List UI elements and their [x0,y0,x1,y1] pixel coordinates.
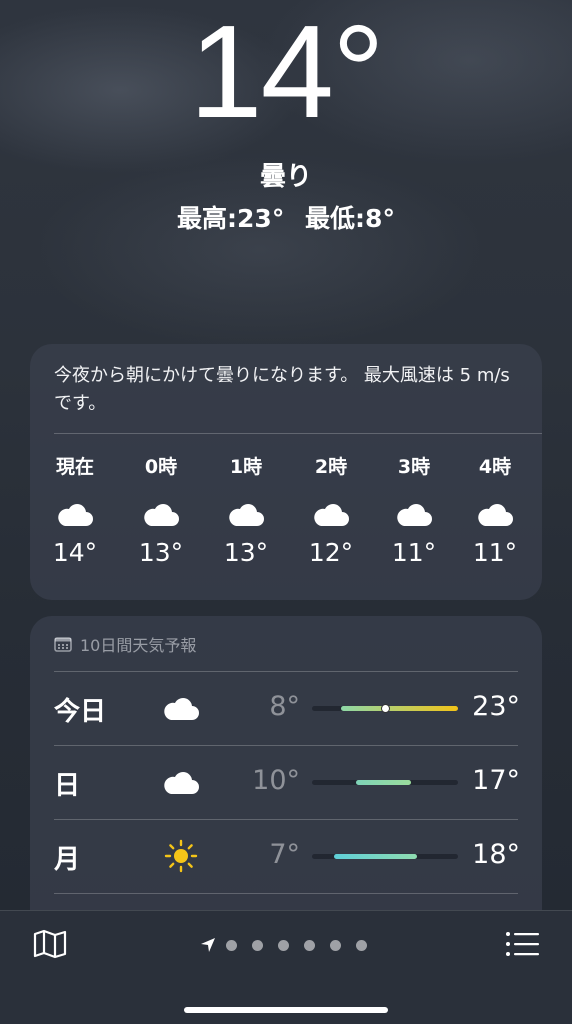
cloud-icon [460,492,530,536]
page-dot[interactable] [226,939,237,951]
high-temperature: 最高:23° [177,204,285,233]
home-indicator[interactable] [184,1007,388,1013]
hour-label: 現在 [55,456,94,478]
current-temperature: 14° [189,0,385,145]
hour-item: 0時 13° [126,452,196,570]
list-icon[interactable] [505,931,539,957]
page-indicator[interactable] [200,935,382,955]
temperature-range-bar [312,780,458,785]
hourly-summary: 今夜から朝にかけて曇りになります。 最大風速は 5 m/s です。 [54,365,510,414]
hour-label: 2時 [314,456,348,478]
forecast-header: 10日間天気予報 [54,632,196,656]
forecast-row[interactable]: 月 7° 18° [30,819,542,893]
temperature-range-fill [355,780,412,785]
hour-temperature: 12° [308,538,354,567]
hour-item: 現在 14° [40,452,110,570]
forecast-low: 10° [252,765,300,796]
hour-item: 1時 13° [211,452,281,570]
page-dot[interactable] [278,939,289,951]
cloud-icon [158,763,204,801]
hourly-list[interactable]: 現在 14° 0時 13° 1時 13° 2時 12° 3時 11° 4時 11… [30,452,542,582]
current-temperature-marker [380,704,390,713]
forecast-day: 今日 [54,697,107,727]
cloud-icon [40,492,110,536]
ten-day-forecast-card[interactable]: 10日間天気予報 今日 8° 23° 日 10° 17° 月 7° 18° [30,616,542,946]
forecast-row[interactable]: 日 10° 17° [30,745,542,819]
forecast-high: 17° [472,765,520,796]
divider [54,433,542,434]
forecast-header-label: 10日間天気予報 [80,636,197,655]
forecast-low: 7° [269,839,300,870]
cloud-icon [211,492,281,536]
page-dot[interactable] [356,939,367,951]
bottom-toolbar [0,910,572,1024]
calendar-icon [54,637,72,652]
divider [54,893,518,894]
forecast-day: 月 [54,845,81,875]
cloud-icon [296,492,366,536]
divider [54,819,518,820]
divider [54,671,518,672]
hour-temperature: 14° [52,538,98,567]
hour-label: 0時 [144,456,178,478]
forecast-high: 18° [472,839,520,870]
current-condition: 曇り [259,162,312,192]
forecast-row[interactable]: 今日 8° 23° [30,671,542,745]
temperature-range-bar [312,704,458,713]
hour-temperature: 11° [472,538,518,567]
temperature-range-fill [341,706,458,711]
hour-temperature: 13° [138,538,184,567]
page-dot[interactable] [304,939,315,951]
location-arrow-icon[interactable] [200,937,216,953]
cloud-icon [126,492,196,536]
page-dot[interactable] [252,939,263,951]
hourly-forecast-card[interactable]: 今夜から朝にかけて曇りになります。 最大風速は 5 m/s です。 現在 14°… [30,344,542,600]
page-dot[interactable] [330,939,341,951]
hour-temperature: 11° [391,538,437,567]
low-temperature: 最低:8° [305,204,395,233]
hour-label: 1時 [229,456,263,478]
hour-temperature: 13° [223,538,269,567]
temperature-range-fill [333,854,418,859]
hour-item: 3時 11° [379,452,449,570]
forecast-day: 日 [54,771,81,801]
sun-icon [158,837,204,875]
map-icon[interactable] [33,929,67,959]
divider [54,745,518,746]
temperature-range-bar [312,854,458,859]
forecast-low: 8° [269,691,300,722]
cloud-icon [158,689,204,727]
hour-item: 2時 12° [296,452,366,570]
hour-label: 4時 [478,456,512,478]
forecast-high: 23° [472,691,520,722]
high-low: 最高:23° 最低:8° [0,199,572,235]
hour-label: 3時 [397,456,431,478]
cloud-icon [379,492,449,536]
hour-item: 4時 11° [460,452,530,570]
